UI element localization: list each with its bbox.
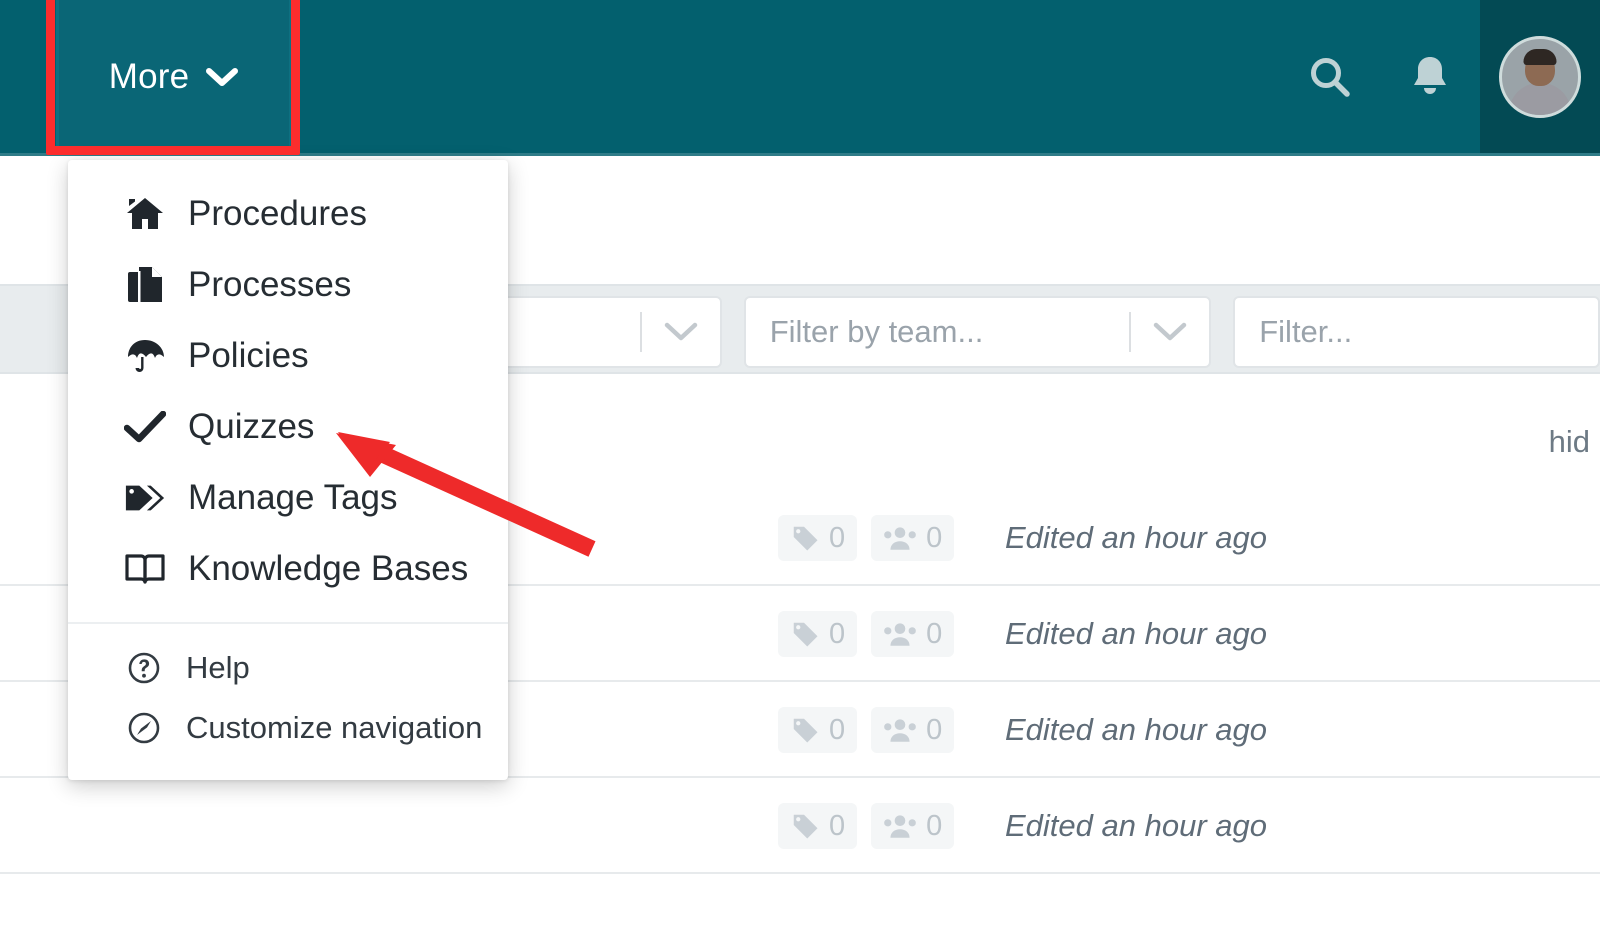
menu-item-label: Processes bbox=[188, 264, 352, 304]
people-count: 0 bbox=[926, 617, 943, 650]
screenshot-root: Filter by team... Filter... hid 0 0 Edit… bbox=[0, 0, 1600, 936]
users-icon bbox=[884, 527, 916, 550]
filter-by-team-placeholder: Filter by team... bbox=[769, 314, 984, 349]
tag-icon bbox=[124, 481, 166, 515]
chevron-down-icon bbox=[206, 67, 239, 86]
filter-text-input[interactable]: Filter... bbox=[1233, 296, 1600, 368]
notifications-button[interactable] bbox=[1380, 0, 1480, 153]
copy-files-icon bbox=[124, 266, 166, 304]
menu-item-label: Manage Tags bbox=[188, 477, 398, 517]
row-edited-timestamp: Edited an hour ago bbox=[1005, 616, 1267, 651]
filter-text-placeholder: Filter... bbox=[1259, 314, 1353, 349]
tag-count: 0 bbox=[829, 617, 846, 650]
row-edited-timestamp: Edited an hour ago bbox=[1005, 808, 1267, 843]
tag-icon bbox=[792, 718, 818, 743]
select-divider bbox=[639, 312, 642, 352]
row-meta: 0 0 bbox=[778, 778, 955, 874]
menu-item-processes[interactable]: Processes bbox=[68, 249, 508, 320]
menu-item-label: Customize navigation bbox=[186, 710, 483, 745]
tag-count: 0 bbox=[829, 521, 846, 554]
table-row[interactable]: 0 0 Edited an hour ago bbox=[0, 778, 1600, 874]
menu-footer-group: Help Customize navigation bbox=[68, 638, 508, 758]
people-count: 0 bbox=[926, 809, 943, 842]
header-underline bbox=[0, 153, 1600, 156]
menu-item-customize-navigation[interactable]: Customize navigation bbox=[68, 698, 508, 758]
users-icon bbox=[884, 623, 916, 646]
tag-count-badge[interactable]: 0 bbox=[778, 707, 858, 753]
home-icon bbox=[124, 196, 166, 232]
menu-item-label: Procedures bbox=[188, 193, 367, 233]
search-button[interactable] bbox=[1280, 0, 1380, 153]
bell-icon bbox=[1414, 56, 1446, 94]
tag-icon bbox=[792, 526, 818, 551]
users-icon bbox=[884, 719, 916, 742]
menu-item-label: Help bbox=[186, 650, 250, 685]
tag-count: 0 bbox=[829, 809, 846, 842]
menu-item-label: Policies bbox=[188, 335, 309, 375]
row-edited-timestamp: Edited an hour ago bbox=[1005, 712, 1267, 747]
chevron-down-icon bbox=[1153, 322, 1187, 341]
row-edited-timestamp: Edited an hour ago bbox=[1005, 520, 1267, 555]
users-icon bbox=[884, 815, 916, 838]
menu-item-procedures[interactable]: Procedures bbox=[68, 178, 508, 249]
tag-icon bbox=[792, 622, 818, 647]
more-button[interactable]: More bbox=[56, 0, 292, 153]
more-dropdown-menu: Procedures Processes Policies Quizzes Ma… bbox=[68, 160, 508, 780]
people-count-badge[interactable]: 0 bbox=[871, 803, 955, 849]
tag-count: 0 bbox=[829, 713, 846, 746]
header-actions bbox=[1280, 0, 1600, 153]
people-count-badge[interactable]: 0 bbox=[871, 611, 955, 657]
more-button-label: More bbox=[108, 56, 190, 96]
menu-primary-group: Procedures Processes Policies Quizzes Ma… bbox=[68, 160, 508, 604]
tag-count-badge[interactable]: 0 bbox=[778, 803, 858, 849]
table-row[interactable] bbox=[0, 874, 1600, 936]
row-meta: 0 0 bbox=[778, 586, 955, 682]
umbrella-icon bbox=[124, 337, 166, 375]
question-circle-icon bbox=[124, 651, 164, 685]
avatar-body bbox=[1509, 82, 1571, 115]
menu-item-knowledge-bases[interactable]: Knowledge Bases bbox=[68, 533, 508, 604]
menu-item-help[interactable]: Help bbox=[68, 638, 508, 698]
menu-item-policies[interactable]: Policies bbox=[68, 320, 508, 391]
row-meta: 0 0 bbox=[778, 682, 955, 778]
tag-count-badge[interactable]: 0 bbox=[778, 611, 858, 657]
people-count-badge[interactable]: 0 bbox=[871, 515, 955, 561]
check-icon bbox=[124, 410, 166, 443]
filter-by-team-select[interactable]: Filter by team... bbox=[743, 296, 1212, 368]
compass-icon bbox=[124, 711, 164, 745]
menu-item-quizzes[interactable]: Quizzes bbox=[68, 391, 508, 462]
row-meta: 0 0 bbox=[778, 490, 955, 586]
book-open-icon bbox=[124, 552, 166, 586]
people-count: 0 bbox=[926, 521, 943, 554]
tag-icon bbox=[792, 814, 818, 839]
people-count-badge[interactable]: 0 bbox=[871, 707, 955, 753]
app-header: More bbox=[0, 0, 1600, 156]
chevron-down-icon bbox=[664, 322, 697, 341]
search-icon bbox=[1311, 57, 1350, 97]
people-count: 0 bbox=[926, 713, 943, 746]
menu-item-label: Knowledge Bases bbox=[188, 548, 469, 588]
select-divider bbox=[1129, 312, 1132, 352]
menu-item-manage-tags[interactable]: Manage Tags bbox=[68, 462, 508, 533]
user-avatar-button[interactable] bbox=[1480, 0, 1600, 153]
avatar-hair bbox=[1523, 48, 1557, 65]
tag-count-badge[interactable]: 0 bbox=[778, 515, 858, 561]
hidden-count-label: hid bbox=[1548, 424, 1590, 459]
menu-item-label: Quizzes bbox=[188, 406, 315, 446]
menu-divider bbox=[68, 622, 508, 624]
avatar bbox=[1499, 35, 1581, 118]
